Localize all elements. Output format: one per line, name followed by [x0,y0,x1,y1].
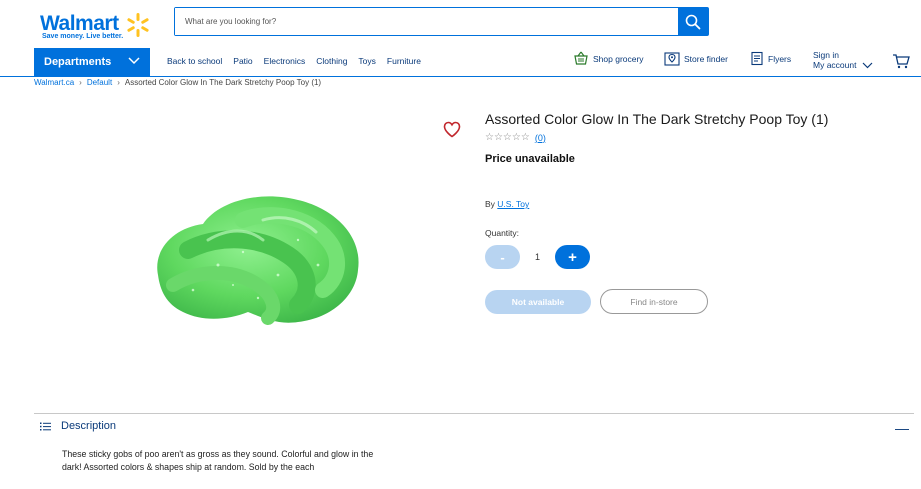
chevron-down-icon [128,57,140,65]
review-count-link[interactable]: (0) [535,133,546,143]
logo-tagline: Save money. Live better. [42,33,124,40]
flyer-icon [751,51,763,66]
nav-link-electronics[interactable]: Electronics [264,56,306,66]
product-image [157,196,359,325]
description-text: These sticky gobs of poo aren't as gross… [62,449,374,472]
nav-link-patio[interactable]: Patio [233,56,252,66]
breadcrumb: Walmart.ca › Default › Assorted Color Gl… [34,78,321,87]
brand-link[interactable]: U.S. Toy [497,199,529,209]
quantity-decrease-button[interactable]: - [485,245,520,269]
quantity-increase-button[interactable]: + [555,245,590,269]
nav-link-toys[interactable]: Toys [358,56,375,66]
quantity-label: Quantity: [485,228,520,238]
search-icon [685,14,701,29]
search-button[interactable] [678,8,708,35]
nav-link-furniture[interactable]: Furniture [387,56,421,66]
departments-button[interactable]: Departments [34,48,150,76]
walmart-logo[interactable]: Walmart Save money. Live better. [40,12,160,42]
map-pin-icon [664,52,680,66]
product-title: Assorted Color Glow In The Dark Stretchy… [485,111,829,127]
my-account-label: My account [813,60,857,70]
grocery-basket-icon [574,51,588,65]
nav-link-back-to-school[interactable]: Back to school [167,56,222,66]
brand-prefix: By [485,199,495,209]
product-rating: ☆☆☆☆☆ (0) [485,132,546,143]
main-nav: Departments Back to school Patio Electro… [0,47,921,77]
sign-in-label: Sign in [813,50,839,60]
breadcrumb-link-default[interactable]: Default [87,78,112,87]
description-divider [34,413,914,414]
shop-grocery-link[interactable]: Shop grocery [573,51,644,66]
description-heading: Description [61,420,117,432]
account-menu[interactable]: Sign in My account [813,50,873,70]
collapse-icon[interactable]: — [895,420,909,436]
spark-icon [127,13,149,37]
chevron-down-icon [863,62,873,68]
breadcrumb-separator: › [79,78,82,87]
breadcrumb-separator: › [117,78,120,87]
departments-label: Departments [44,56,112,68]
heart-icon[interactable] [443,121,461,138]
product-brand-line: By U.S. Toy [485,199,529,209]
search-bar [174,7,709,36]
quantity-value[interactable]: 1 [520,245,555,269]
breadcrumb-link-home[interactable]: Walmart.ca [34,78,74,87]
not-available-button: Not available [485,290,591,314]
nav-link-clothing[interactable]: Clothing [316,56,347,66]
shop-grocery-label: Shop grocery [593,53,644,64]
find-in-store-button[interactable]: Find in-store [600,289,708,314]
store-finder-label: Store finder [684,53,728,64]
list-icon [40,422,51,430]
search-input[interactable] [175,8,678,35]
rating-stars: ☆☆☆☆☆ [485,132,530,143]
cart-icon[interactable] [892,53,910,69]
nav-links: Back to school Patio Electronics Clothin… [167,56,432,66]
breadcrumb-current: Assorted Color Glow In The Dark Stretchy… [124,78,322,87]
description-toggle[interactable]: Description [40,420,116,432]
store-finder-link[interactable]: Store finder [664,51,728,66]
flyers-link[interactable]: Flyers [750,51,791,66]
flyers-label: Flyers [768,53,792,64]
product-price: Price unavailable [485,153,575,165]
